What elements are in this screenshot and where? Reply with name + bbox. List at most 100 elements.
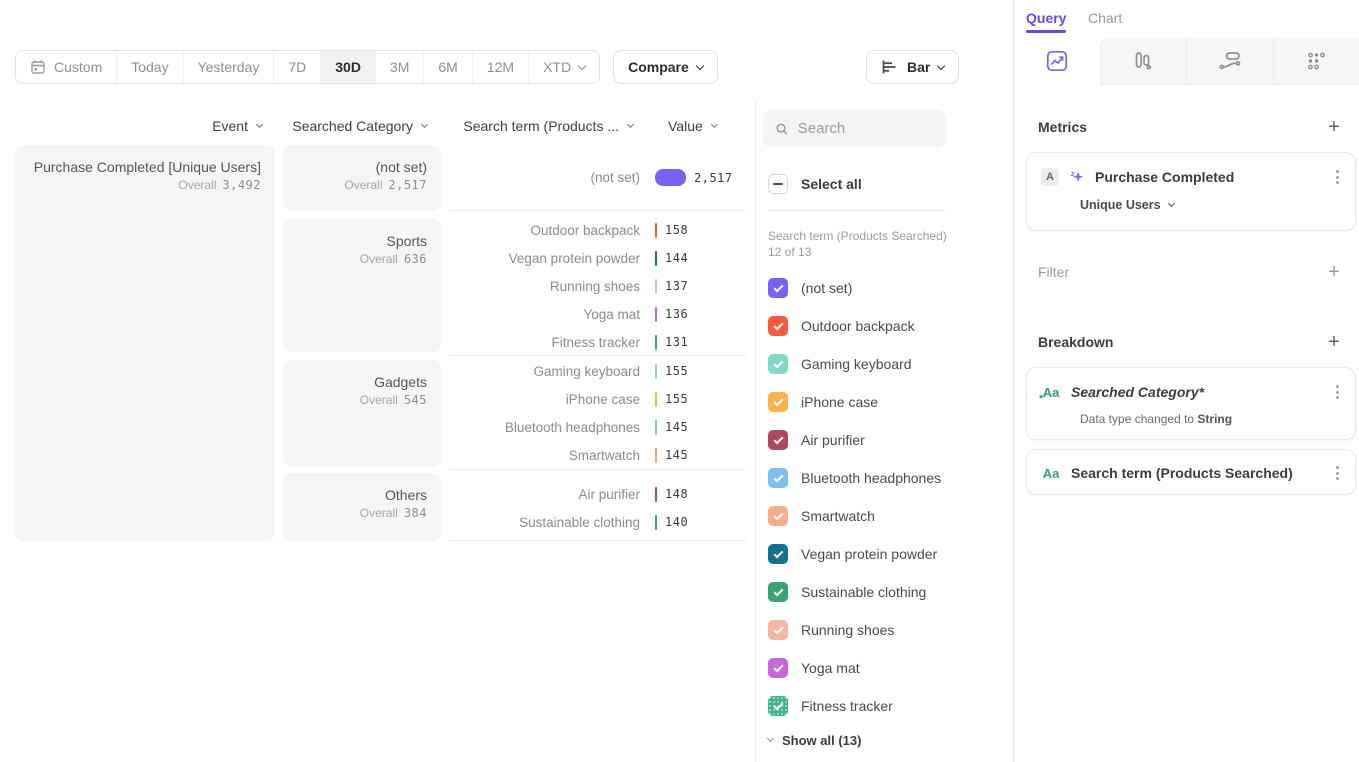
chevron-down-icon — [696, 61, 704, 69]
term-row[interactable]: Running shoes137 — [449, 272, 746, 300]
checkbox-row[interactable]: (not set) — [768, 269, 941, 307]
term-row[interactable]: iPhone case155 — [449, 385, 746, 413]
chart-type-dropdown[interactable]: Bar — [866, 50, 959, 84]
tab-chart[interactable]: Chart — [1088, 10, 1122, 26]
metric-card[interactable]: A Purchase Completed Unique Users — [1026, 152, 1356, 231]
term-row[interactable]: Yoga mat136 — [449, 300, 746, 328]
checkbox-row[interactable]: Gaming keyboard — [768, 345, 941, 383]
term-checkbox[interactable] — [768, 316, 788, 336]
checkbox-label: Vegan protein powder — [801, 546, 937, 562]
list-divider — [768, 210, 946, 211]
date-6m-button[interactable]: 6M — [424, 51, 472, 83]
term-label: Smartwatch — [449, 448, 640, 463]
term-row[interactable]: Fitness tracker131 — [449, 328, 746, 356]
term-row[interactable]: Vegan protein powder144 — [449, 244, 746, 272]
category-cell[interactable]: Others Overall384 — [283, 473, 441, 541]
category-cell[interactable]: (not set) Overall2,517 — [283, 145, 441, 210]
checkbox-row[interactable]: iPhone case — [768, 383, 941, 421]
select-all-checkbox-row[interactable]: Select all — [768, 174, 862, 194]
term-checkbox[interactable] — [768, 392, 788, 412]
term-checkbox[interactable] — [768, 658, 788, 678]
term-row[interactable]: Air purifier148 — [449, 480, 746, 508]
column-header-event[interactable]: Event — [15, 118, 262, 134]
category-cell[interactable]: Gadgets Overall545 — [283, 360, 441, 466]
term-group: Air purifier148 Sustainable clothing140 — [449, 480, 746, 541]
date-xtd-dropdown[interactable]: XTD — [529, 51, 599, 83]
tab-retention[interactable] — [1273, 38, 1359, 85]
measure-dropdown[interactable]: Unique Users — [1027, 188, 1355, 212]
overall-label: Overall — [360, 506, 398, 520]
date-7d-button[interactable]: 7D — [274, 51, 321, 83]
term-label: Gaming keyboard — [449, 364, 640, 379]
term-row[interactable]: Sustainable clothing140 — [449, 508, 746, 536]
column-header-value[interactable]: Value — [668, 118, 738, 134]
term-checkbox[interactable] — [768, 430, 788, 450]
column-header-label: Event — [212, 118, 248, 134]
tab-flows[interactable] — [1186, 38, 1273, 85]
term-row[interactable]: Outdoor backpack158 — [449, 216, 746, 244]
term-checkbox[interactable] — [768, 696, 788, 716]
checkbox-row[interactable]: Fitness tracker — [768, 687, 941, 725]
chevron-down-icon — [421, 121, 428, 128]
metrics-section-title: Metrics — [1038, 119, 1087, 135]
checkbox-row[interactable]: Smartwatch — [768, 497, 941, 535]
report-type-tabs — [1014, 38, 1359, 85]
check-icon — [773, 320, 783, 330]
term-checkbox[interactable] — [768, 278, 788, 298]
search-icon — [775, 121, 789, 137]
value-bar — [655, 448, 657, 463]
term-checkbox[interactable] — [768, 468, 788, 488]
add-filter-button[interactable]: + — [1326, 264, 1342, 280]
term-label: Vegan protein powder — [449, 251, 640, 266]
kebab-menu-icon[interactable] — [1332, 381, 1343, 403]
date-today-button[interactable]: Today — [117, 51, 183, 83]
term-row[interactable]: Smartwatch145 — [449, 441, 746, 469]
search-box[interactable] — [763, 110, 946, 147]
date-yesterday-button[interactable]: Yesterday — [184, 51, 275, 83]
term-value: 158 — [665, 223, 688, 237]
measure-label: Unique Users — [1080, 198, 1161, 212]
checkbox-row[interactable]: Outdoor backpack — [768, 307, 941, 345]
term-checkbox[interactable] — [768, 506, 788, 526]
checkbox-row[interactable]: Vegan protein powder — [768, 535, 941, 573]
kebab-menu-icon[interactable] — [1332, 166, 1343, 188]
checkbox-row[interactable]: Sustainable clothing — [768, 573, 941, 611]
checkbox-row[interactable]: Yoga mat — [768, 649, 941, 687]
date-3m-button[interactable]: 3M — [376, 51, 424, 83]
tab-query[interactable]: Query — [1026, 10, 1066, 26]
term-checkbox[interactable] — [768, 544, 788, 564]
column-header-search-term[interactable]: Search term (Products ... — [449, 118, 633, 134]
term-label: Yoga mat — [449, 307, 640, 322]
date-toolbar: Custom Today Yesterday 7D 30D 3M 6M 12M … — [15, 50, 718, 84]
date-30d-button[interactable]: 30D — [321, 51, 376, 83]
term-group: Outdoor backpack158 Vegan protein powder… — [449, 216, 746, 356]
category-cell[interactable]: Sports Overall636 — [283, 219, 441, 352]
select-all-checkbox[interactable] — [768, 174, 788, 194]
tab-insights[interactable] — [1014, 38, 1100, 85]
term-row[interactable]: Bluetooth headphones145 — [449, 413, 746, 441]
breakdown-name: Searched Category* — [1071, 384, 1322, 400]
term-checkbox[interactable] — [768, 582, 788, 602]
kebab-menu-icon[interactable] — [1332, 462, 1343, 484]
compare-button[interactable]: Compare — [613, 50, 718, 84]
search-input[interactable] — [798, 120, 934, 137]
checkbox-label: Fitness tracker — [801, 698, 893, 714]
date-custom-button[interactable]: Custom — [16, 51, 117, 83]
show-all-link[interactable]: Show all (13) — [768, 733, 861, 748]
term-row[interactable]: Gaming keyboard155 — [449, 357, 746, 385]
event-cell[interactable]: Purchase Completed [Unique Users] Overal… — [15, 145, 275, 541]
term-checkbox[interactable] — [768, 620, 788, 640]
checkbox-row[interactable]: Bluetooth headphones — [768, 459, 941, 497]
term-checkbox[interactable] — [768, 354, 788, 374]
date-12m-button[interactable]: 12M — [473, 51, 529, 83]
checkbox-row[interactable]: Air purifier — [768, 421, 941, 459]
term-row[interactable]: (not set) 2,517 — [449, 169, 746, 186]
tab-funnels[interactable] — [1100, 38, 1187, 85]
add-metric-button[interactable]: + — [1326, 119, 1342, 135]
breakdown-card[interactable]: Aa Search term (Products Searched) — [1026, 449, 1356, 495]
column-header-searched-category[interactable]: Searched Category — [283, 118, 427, 134]
add-breakdown-button[interactable]: + — [1326, 334, 1342, 350]
breakdown-card[interactable]: Aa* Searched Category* Data type changed… — [1026, 367, 1356, 440]
value-bar — [655, 279, 657, 294]
checkbox-row[interactable]: Running shoes — [768, 611, 941, 649]
